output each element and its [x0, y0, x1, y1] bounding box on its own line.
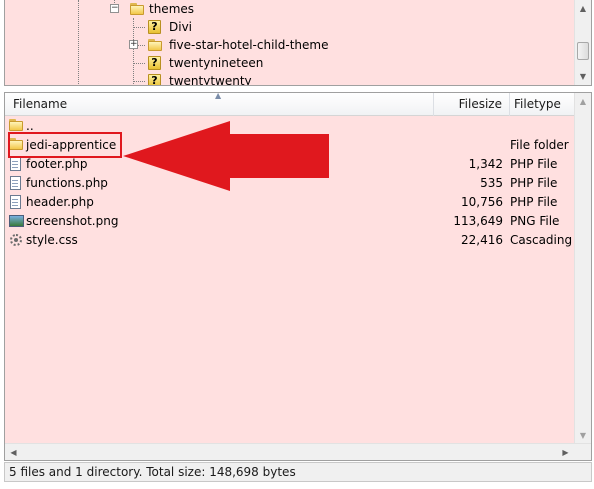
file-row-style-css[interactable]: style.css 22,416 Cascading ...: [5, 231, 582, 250]
scrollbar-thumb[interactable]: [577, 42, 589, 60]
tree-node-twentytwenty[interactable]: ? twentytwenty: [145, 72, 345, 86]
tree-node-label: twentynineteen: [169, 56, 264, 70]
file-size: 1,342: [468, 157, 503, 171]
tree-guide-line: [133, 81, 145, 82]
file-type: PNG File: [510, 214, 560, 228]
file-row-screenshot-png[interactable]: screenshot.png 113,649 PNG File: [5, 212, 575, 231]
file-name: functions.php: [26, 176, 108, 190]
file-name: header.php: [26, 195, 94, 209]
file-name: screenshot.png: [26, 214, 119, 228]
file-size: 535: [480, 176, 503, 190]
file-type: PHP File: [510, 157, 558, 171]
file-size: 22,416: [461, 233, 503, 247]
tree-guide-line: [133, 27, 145, 28]
file-type: File folder: [510, 138, 569, 152]
status-text: 5 files and 1 directory. Total size: 148…: [9, 465, 296, 479]
tree-guide-line: [133, 63, 145, 64]
unknown-folder-icon: ?: [148, 20, 161, 34]
php-file-icon: [9, 157, 22, 172]
highlight-box: [8, 132, 122, 158]
file-list-horizontal-scrollbar[interactable]: ◀ ▶: [5, 443, 591, 460]
scroll-up-icon[interactable]: ▲: [575, 93, 591, 110]
tree-node-five-star-hotel-child-theme[interactable]: + five-star-hotel-child-theme: [128, 36, 408, 54]
file-type: PHP File: [510, 176, 558, 190]
file-size: 113,649: [453, 214, 503, 228]
tree-guide-line: [78, 0, 79, 85]
unknown-folder-icon: ?: [148, 74, 161, 85]
folder-icon: [130, 3, 144, 15]
remote-file-list: ▲ Filename Filesize Filetype .. jedi-app…: [4, 92, 592, 461]
tree-node-divi[interactable]: ? Divi: [145, 18, 345, 36]
file-size: 10,756: [461, 195, 503, 209]
red-arrow-icon: [123, 121, 329, 191]
folder-icon: [148, 39, 162, 51]
scroll-left-icon[interactable]: ◀: [5, 444, 22, 460]
css-file-icon: [9, 233, 23, 247]
column-header-filesize[interactable]: Filesize: [434, 93, 506, 116]
tree-node-themes[interactable]: − themes: [109, 0, 309, 18]
scroll-down-icon[interactable]: ▼: [575, 68, 591, 85]
column-header-row: ▲ Filename Filesize Filetype: [5, 93, 575, 116]
file-row-header-php[interactable]: header.php 10,756 PHP File: [5, 193, 575, 212]
tree-node-label: Divi: [169, 20, 193, 34]
column-header-filetype[interactable]: Filetype: [510, 93, 574, 116]
scroll-up-icon[interactable]: ▲: [575, 0, 591, 17]
tree-node-twentynineteen[interactable]: ? twentynineteen: [145, 54, 345, 72]
column-header-filename[interactable]: Filename: [9, 93, 433, 116]
php-file-icon: [9, 176, 22, 191]
unknown-folder-icon: ?: [148, 56, 161, 70]
status-bar: 5 files and 1 directory. Total size: 148…: [4, 462, 592, 482]
file-list-vertical-scrollbar[interactable]: ▲ ▼: [574, 93, 591, 444]
php-file-icon: [9, 195, 22, 210]
file-name: style.css: [26, 233, 78, 247]
expand-icon[interactable]: +: [129, 40, 138, 49]
file-type: Cascading ...: [510, 233, 582, 247]
folder-icon: [9, 119, 23, 131]
tree-vertical-scrollbar[interactable]: ▲ ▼: [574, 0, 591, 85]
scroll-down-icon[interactable]: ▼: [575, 427, 591, 444]
tree-node-label: five-star-hotel-child-theme: [169, 38, 329, 52]
file-type: PHP File: [510, 195, 558, 209]
tree-node-label: themes: [149, 2, 195, 16]
remote-directory-tree: − themes ? Divi + five-star-hotel-child-…: [4, 0, 592, 86]
tree-node-label: twentytwenty: [169, 74, 252, 86]
collapse-icon[interactable]: −: [110, 4, 119, 13]
image-file-icon: [9, 214, 24, 228]
scroll-right-icon[interactable]: ▶: [557, 444, 574, 460]
